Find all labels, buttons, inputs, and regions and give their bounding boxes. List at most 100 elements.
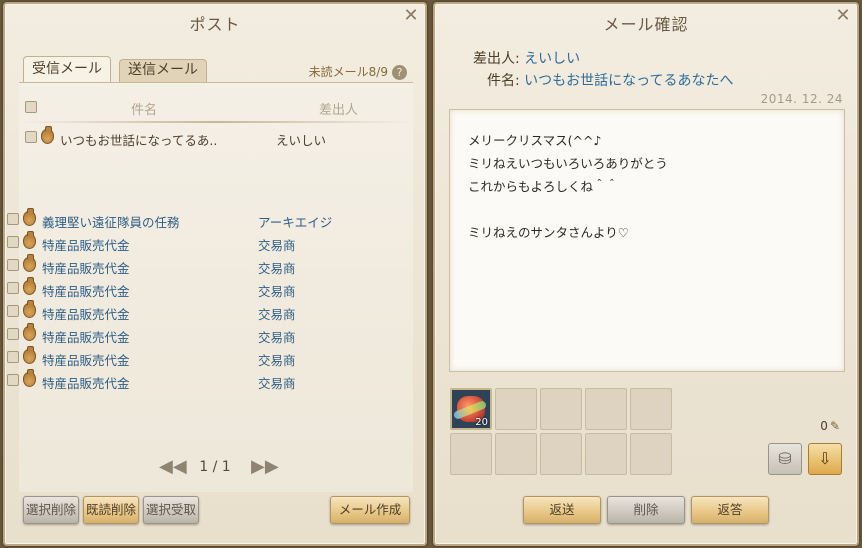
receive-selected-button[interactable]: 選択受取 [143,496,199,524]
row-checkbox[interactable] [7,213,19,225]
subject-label: 件名: [487,73,520,89]
body-line: メリークリスマス(^^♪ [468,133,602,148]
attachment-slot[interactable] [630,433,672,475]
attachment-slot[interactable]: 20 [450,388,492,430]
row-sender: 交易商 [258,261,296,276]
delete-button[interactable]: 削除 [607,496,685,524]
row-subject: いつもお世話になってるあ.. [60,133,218,148]
row-checkbox[interactable] [7,374,19,386]
sender-line: 差出人: えいしい [473,48,580,68]
attachment-count: 20 [475,417,488,428]
mail-date: 2014. 12. 24 [760,92,843,106]
attachment-slot[interactable] [450,433,492,475]
row-checkbox[interactable] [25,131,37,143]
row-subject: 義理堅い遠征隊員の任務 [42,215,180,230]
attachment-slot[interactable] [585,388,627,430]
mail-row[interactable]: 特産品販売代金 交易商 [1,323,395,347]
row-sender: 交易商 [258,353,296,368]
select-all-checkbox[interactable] [25,101,37,113]
reply-button[interactable]: 返答 [691,496,769,524]
mail-view-window: メール確認 ✕ 差出人: えいしい 件名: いつもお世話になってるあなたへ 20… [433,2,859,546]
row-sender: 交易商 [258,307,296,322]
delete-selected-button[interactable]: 選択削除 [23,496,79,524]
quill-icon: ✎ [829,419,840,433]
subject-line: 件名: いつもお世話になってるあなたへ [487,70,733,90]
mail-row[interactable]: 特産品販売代金 交易商 [1,346,395,370]
post-window: ポスト ✕ 受信メール 送信メール 未読メール8/9? 件名 差出人 いつもお世… [3,2,427,546]
mail-list-header: 件名 差出人 [19,83,413,119]
column-subject: 件名 [131,103,158,118]
money-bag-icon [23,277,36,295]
unread-count: 未読メール8/9? [309,63,407,80]
row-sender: えいしい [276,133,327,148]
pager-text: 1 / 1 [199,459,231,475]
attachment-slot[interactable] [540,433,582,475]
row-checkbox[interactable] [7,328,19,340]
mail-row[interactable]: 特産品販売代金 交易商 [1,369,395,393]
tab-inbox[interactable]: 受信メール [23,56,111,82]
row-checkbox[interactable] [7,305,19,317]
money-bag-icon [41,126,54,144]
take-all-button[interactable]: ⇩ [808,443,842,475]
row-subject: 特産品販売代金 [42,376,130,391]
attachment-slot[interactable] [495,388,537,430]
return-button[interactable]: 返送 [523,496,601,524]
mail-row[interactable]: いつもお世話になってるあ.. えいしい [19,126,413,150]
gold-amount: 0 ✎ [820,419,840,433]
sender-value: えいしい [524,51,581,67]
close-icon[interactable]: ✕ [402,7,420,25]
money-bag-icon [23,346,36,364]
attachment-slot[interactable] [630,388,672,430]
body-line: ミリねえのサンタさんより♡ [468,225,629,240]
sender-label: 差出人: [473,51,520,67]
subject-value: いつもお世話になってるあなたへ [524,73,734,89]
row-checkbox[interactable] [7,236,19,248]
money-bag-icon [23,208,36,226]
header-divider [19,121,413,123]
row-sender: 交易商 [258,238,296,253]
row-subject: 特産品販売代金 [42,330,130,345]
mail-row[interactable]: 特産品販売代金 交易商 [1,254,395,278]
row-sender: 交易商 [258,330,296,345]
help-icon[interactable]: ? [392,65,407,80]
mail-body: メリークリスマス(^^♪ ミリねえいつもいろいろありがとう これからもよろしくね… [449,109,845,372]
body-line: これからもよろしくね＾＾ [468,179,619,194]
row-subject: 特産品販売代金 [42,284,130,299]
money-bag-icon [23,323,36,341]
row-subject: 特産品販売代金 [42,238,130,253]
mail-row[interactable]: 義理堅い遠征隊員の任務 アーキエイジ [1,208,395,232]
money-bag-icon [23,231,36,249]
mail-list: 件名 差出人 いつもお世話になってるあ.. えいしい義理堅い遠征隊員の任務 アーキエ… [7,82,413,492]
row-subject: 特産品販売代金 [42,307,130,322]
unread-count-text: 未読メール8/9 [308,65,388,79]
body-line: ミリねえいつもいろいろありがとう [468,156,668,171]
row-checkbox[interactable] [7,282,19,294]
mail-row[interactable]: 特産品販売代金 交易商 [1,277,395,301]
row-subject: 特産品販売代金 [42,261,130,276]
row-subject: 特産品販売代金 [42,353,130,368]
tab-outbox[interactable]: 送信メール [119,59,207,82]
money-bag-icon [23,254,36,272]
pager-next-icon[interactable]: ▶▶ [251,456,279,478]
row-checkbox[interactable] [7,351,19,363]
delete-read-button[interactable]: 既読削除 [83,496,139,524]
gold-value: 0 [820,419,828,433]
mail-row[interactable]: 特産品販売代金 交易商 [1,231,395,255]
money-bag-icon [23,300,36,318]
row-sender: アーキエイジ [258,215,333,230]
column-sender: 差出人 [319,103,359,118]
row-sender: 交易商 [258,284,296,299]
take-money-button[interactable]: ⛁ [768,443,802,475]
row-checkbox[interactable] [7,259,19,271]
attachment-slot[interactable] [495,433,537,475]
attachment-slot[interactable] [540,388,582,430]
mail-view-title: メール確認 [603,15,689,34]
attachment-slot[interactable] [585,433,627,475]
mail-rows: いつもお世話になってるあ.. えいしい義理堅い遠征隊員の任務 アーキエイジ特産品販売… [7,126,413,391]
row-sender: 交易商 [258,376,296,391]
compose-mail-button[interactable]: メール作成 [330,496,410,524]
mail-row[interactable]: 特産品販売代金 交易商 [1,300,395,324]
post-window-title: ポスト [189,15,241,34]
close-icon[interactable]: ✕ [834,7,852,25]
money-bag-icon [23,369,36,387]
